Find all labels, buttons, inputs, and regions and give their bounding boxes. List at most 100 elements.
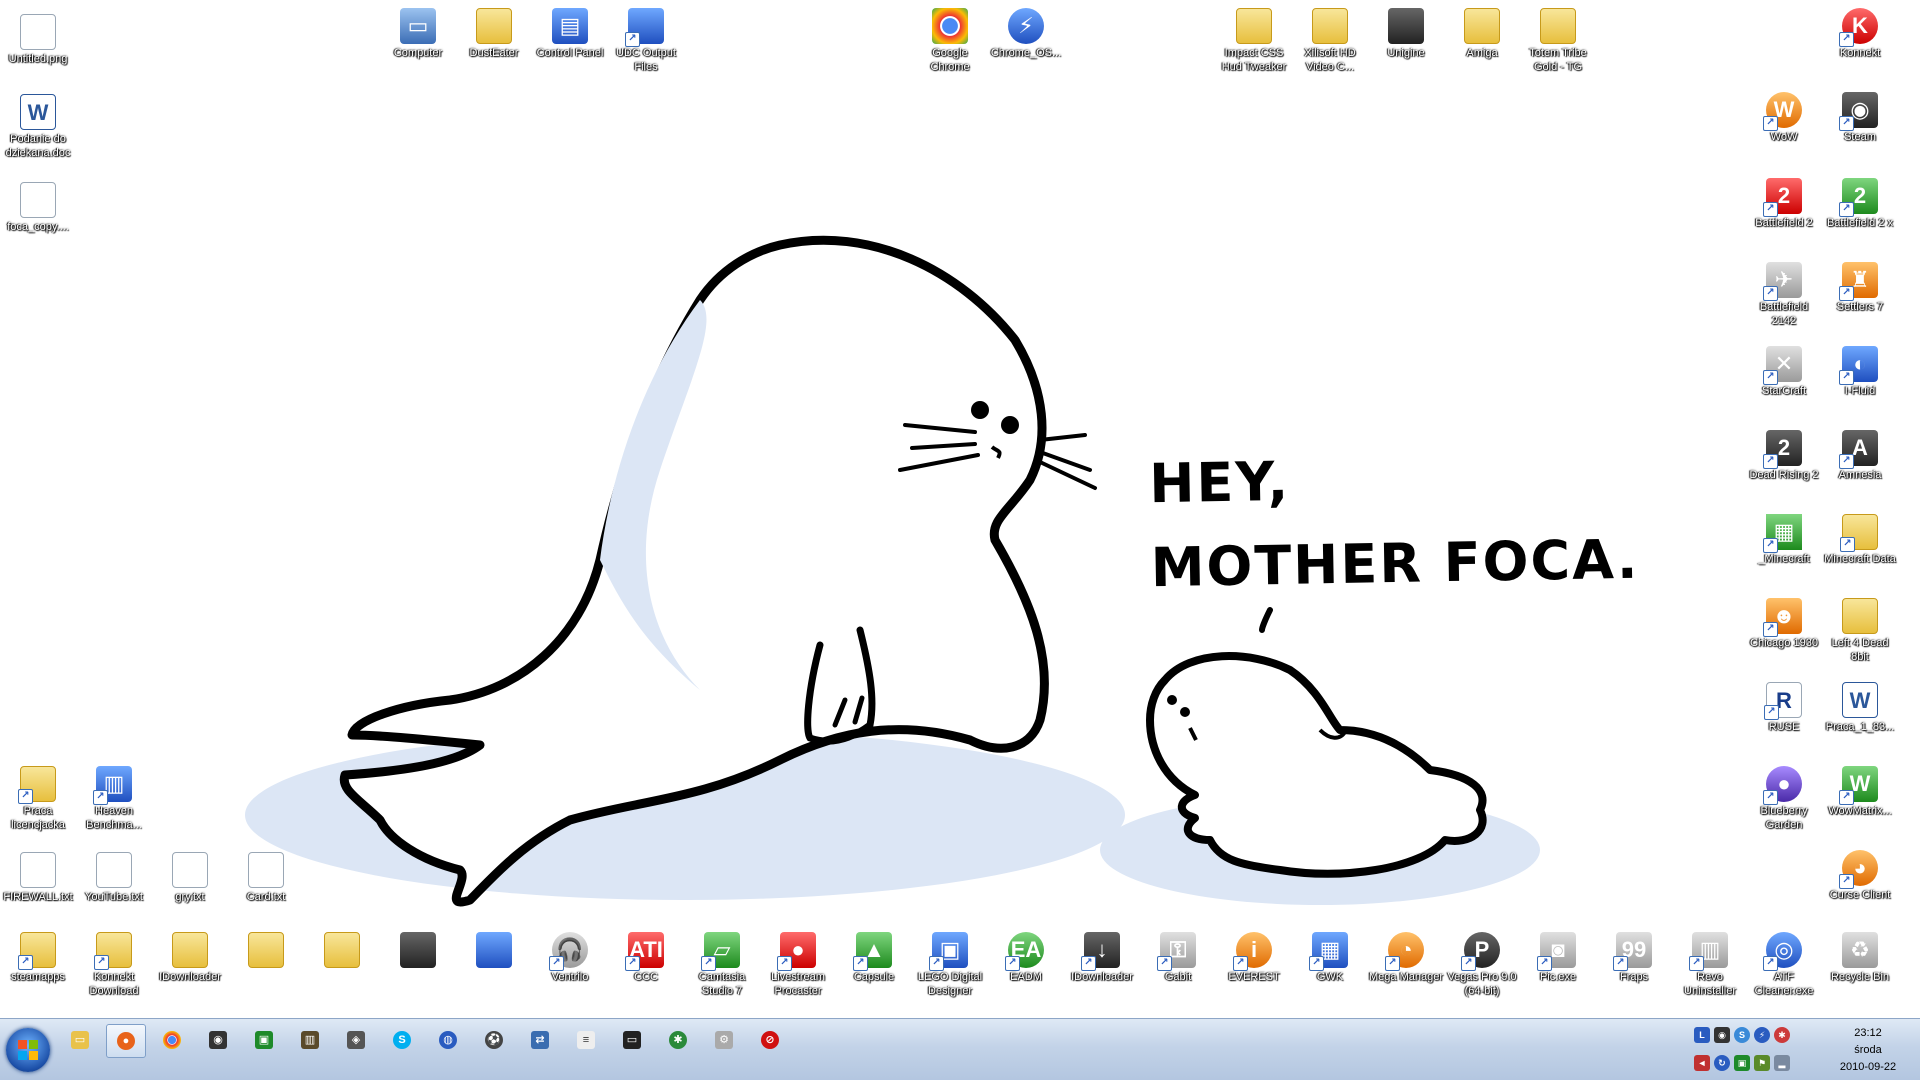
desktop-icon-lego[interactable]: ▣ ↗ LEGO Digital Designer: [912, 928, 988, 998]
tray-volume-icon[interactable]: ◄: [1694, 1055, 1710, 1071]
desktop-icon-folder-unnamed-4[interactable]: [456, 928, 532, 970]
blueberry-icon: ● ↗: [1763, 766, 1802, 805]
desktop-icon-everest[interactable]: i ↗ EVEREST: [1216, 928, 1292, 984]
taskbar-firefox[interactable]: ●: [106, 1024, 146, 1058]
desktop-icon-vegas[interactable]: P ↗ Vegas Pro 9.0 (64-bit): [1444, 928, 1520, 998]
desktop-icon-idownloader[interactable]: ↓ ↗ IDownloader: [1064, 928, 1140, 984]
desktop-icon-settlers7[interactable]: ♜ ↗ Settlers 7: [1822, 258, 1898, 314]
taskbar-app-3[interactable]: ◈: [336, 1024, 376, 1058]
desktop-icon-google-chrome[interactable]: Google Chrome: [912, 4, 988, 74]
desktop-icon-starcraft[interactable]: ✕ ↗ StarCraft: [1746, 342, 1822, 398]
desktop-icon-bf2x[interactable]: 2 ↗ Battlefield 2 x: [1822, 174, 1898, 230]
tray-sync-icon[interactable]: ↻: [1714, 1055, 1730, 1071]
desktop-icon-chrome-os[interactable]: ⚡ Chrome_OS...: [988, 4, 1064, 60]
taskbar-app-4[interactable]: ◍: [428, 1024, 468, 1058]
desktop-icon-totem-tribe[interactable]: Totem Tribe Gold - TG: [1520, 4, 1596, 74]
taskbar-app-5[interactable]: ⚽: [474, 1024, 514, 1058]
taskbar-chrome[interactable]: [152, 1024, 192, 1058]
taskbar-app-2[interactable]: ▥: [290, 1024, 330, 1058]
desktop-icon-chicago[interactable]: ☻ ↗ Chicago 1930: [1746, 594, 1822, 650]
tray-app-icon[interactable]: ▣: [1734, 1055, 1750, 1071]
desktop-icon-udc-output[interactable]: ↗ UDC Output Files: [608, 4, 684, 74]
taskbar-app-7[interactable]: ≡: [566, 1024, 606, 1058]
desktop-icon-i-fluid[interactable]: ◐ ↗ I-Fluid: [1822, 342, 1898, 398]
desktop-icon-dusteater[interactable]: DustEater: [456, 4, 532, 60]
desktop-icon-firewall-txt[interactable]: FIREWALL.txt: [0, 848, 76, 904]
desktop-icon-podanie-doc[interactable]: W Podanie do dziekana.doc: [0, 90, 76, 160]
desktop-icon-gry-txt[interactable]: gry.txt: [152, 848, 228, 904]
desktop-icon-control-panel[interactable]: ▤ Control Panel: [532, 4, 608, 60]
desktop-icon-livestream[interactable]: ● ↗ Livestream Procaster: [760, 928, 836, 998]
steam-icon: ◉ ↗: [1839, 92, 1878, 131]
desktop-icon-eadm[interactable]: EA ↗ EADM: [988, 928, 1064, 984]
desktop-icon-revo[interactable]: ▥ ↗ Revo Uninstaller: [1672, 928, 1748, 998]
desktop-icon-steam[interactable]: ◉ ↗ Steam: [1822, 88, 1898, 144]
desktop-icon-gwk[interactable]: ▦ ↗ GWK: [1292, 928, 1368, 984]
taskbar-app-9[interactable]: ✱: [658, 1024, 698, 1058]
taskbar-steam[interactable]: ◉: [198, 1024, 238, 1058]
desktop-icon-gabit[interactable]: ⚿ ↗ Gabit: [1140, 928, 1216, 984]
desktop-icon-wow[interactable]: W ↗ WoW: [1746, 88, 1822, 144]
desktop-icon-foca-copy[interactable]: foca_copy....: [0, 178, 76, 234]
desktop-icon-folder-unnamed-2[interactable]: [304, 928, 380, 970]
desktop-icon-curse[interactable]: ◕ ↗ Curse Client: [1822, 846, 1898, 902]
tray-skype-icon[interactable]: S: [1734, 1027, 1750, 1043]
desktop-icon-steamapps[interactable]: ↗ steamapps: [0, 928, 76, 984]
desktop-icon-youtube-txt[interactable]: YouTube.txt: [76, 848, 152, 904]
desktop-icon-wowmatrix[interactable]: W ↗ WowMatrix...: [1822, 762, 1898, 818]
desktop-icon-ccc[interactable]: ATI ↗ CCC: [608, 928, 684, 984]
tray-flag-icon[interactable]: ⚑: [1754, 1055, 1770, 1071]
taskbar-app-6[interactable]: ⇄: [520, 1024, 560, 1058]
desktop-icon-mega-manager[interactable]: ◔ ↗ Mega Manager: [1368, 928, 1444, 984]
tray-network-icon[interactable]: L: [1694, 1027, 1710, 1043]
desktop-icon-xilisoft[interactable]: Xilisoft HD Video C...: [1292, 4, 1368, 74]
tray-lightning-icon[interactable]: ⚡: [1754, 1027, 1770, 1043]
desktop-icon-camtasia[interactable]: ▱ ↗ Camtasia Studio 7: [684, 928, 760, 998]
tray-gear-icon[interactable]: ✱: [1774, 1027, 1790, 1043]
taskbar-skype[interactable]: S: [382, 1024, 422, 1058]
taskbar-app-11[interactable]: ⊘: [750, 1024, 790, 1058]
desktop-icon-folder-unnamed-1[interactable]: [228, 928, 304, 970]
desktop-icon-blueberry[interactable]: ● ↗ Blueberry Garden: [1746, 762, 1822, 832]
desktop-icon-bf2[interactable]: 2 ↗ Battlefield 2: [1746, 174, 1822, 230]
taskbar-clock[interactable]: 23:12 środa 2010-09-22: [1818, 1025, 1918, 1076]
desktop-icon-heaven[interactable]: ▥ ↗ Heaven Benchma...: [76, 762, 152, 832]
desktop-icon-praca-licencjacka[interactable]: ↗ Praca licencjacka: [0, 762, 76, 832]
desktop-icon-amnesia[interactable]: A ↗ Amnesia: [1822, 426, 1898, 482]
desktop-icon-minecraft-data[interactable]: ↗ Minecraft Data: [1822, 510, 1898, 566]
tray-signal-icon[interactable]: ▂: [1774, 1055, 1790, 1071]
desktop-icon-capsule[interactable]: ▲ ↗ Capsule: [836, 928, 912, 984]
desktop-icon-dead-rising[interactable]: 2 ↗ Dead Rising 2: [1746, 426, 1822, 482]
desktop-icon-fraps[interactable]: 99 ↗ Fraps: [1596, 928, 1672, 984]
folder-icon: [1464, 8, 1500, 44]
desktop-icon-left4dead[interactable]: Left 4 Dead 8bit: [1822, 594, 1898, 664]
desktop-icon-ventrilo[interactable]: 🎧 ↗ Ventrilo: [532, 928, 608, 984]
desktop-icon-konnekt[interactable]: K ↗ Konnekt: [1822, 4, 1898, 60]
folder-icon: ↗: [625, 8, 664, 47]
desktop-icon-minecraft[interactable]: ▦ ↗ _Minecraft: [1746, 510, 1822, 566]
desktop-icon-atf[interactable]: ◎ ↗ ATF Cleaner.exe: [1746, 928, 1822, 998]
taskbar-app-1[interactable]: ▣: [244, 1024, 284, 1058]
desktop[interactable]: HEY, MOTHER FOCA. Untitled.png W Podanie …: [0, 0, 1920, 1018]
taskbar-app-8[interactable]: ▭: [612, 1024, 652, 1058]
desktop-icon-idownloader-folder[interactable]: IDownloader: [152, 928, 228, 984]
folder-icon: ↗: [18, 932, 56, 970]
desktop-icon-folder-unnamed-3[interactable]: [380, 928, 456, 970]
tray-steam-icon[interactable]: ◉: [1714, 1027, 1730, 1043]
desktop-icon-amiga[interactable]: Amiga: [1444, 4, 1520, 60]
desktop-icon-unigine[interactable]: Unigine: [1368, 4, 1444, 60]
desktop-icon-computer[interactable]: ▭ Computer: [380, 4, 456, 60]
desktop-icon-untitled-png[interactable]: Untitled.png: [0, 10, 76, 66]
taskbar-app-10[interactable]: ⚙: [704, 1024, 744, 1058]
chicago-icon: ☻ ↗: [1763, 598, 1802, 637]
taskbar-explorer[interactable]: ▭: [60, 1024, 100, 1058]
desktop-icon-konnekt-download[interactable]: ↗ Konnekt Download: [76, 928, 152, 998]
desktop-icon-bf2142[interactable]: ✈ ↗ Battlefield 2142: [1746, 258, 1822, 328]
start-button[interactable]: [6, 1028, 50, 1072]
desktop-icon-card-txt[interactable]: Card.txt: [228, 848, 304, 904]
desktop-icon-ruse[interactable]: R ↗ RUSE: [1746, 678, 1822, 734]
desktop-icon-pic-exe[interactable]: ◙ ↗ Pic.exe: [1520, 928, 1596, 984]
desktop-icon-impact-css[interactable]: Impact CSS Hud Tweaker: [1216, 4, 1292, 74]
desktop-icon-praca-doc[interactable]: W Praca_1_83...: [1822, 678, 1898, 734]
desktop-icon-recycle-bin[interactable]: ♻ Recycle Bin: [1822, 928, 1898, 984]
